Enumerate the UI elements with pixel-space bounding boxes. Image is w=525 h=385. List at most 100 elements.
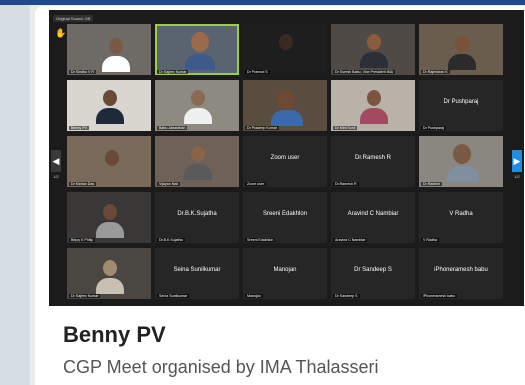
participant-tile[interactable]: Bejoy K Philip [67,192,151,243]
participant-body [96,222,124,238]
participant-tile[interactable]: Manojan Manojan [243,248,327,299]
participant-name: Seina Sunilkumar [173,267,221,273]
participant-body [448,54,476,70]
participant-tile[interactable]: Dr Mini Sunil [331,80,415,131]
participant-name: Zoom user [270,155,300,161]
participant-caption: Dr Sajeev Kumar [157,70,189,74]
participant-body [185,54,215,70]
post-card[interactable]: Original Sound: Off ✋ Dr Sindhu V R Dr S… [35,6,525,385]
participant-face [277,90,295,110]
previous-page-button[interactable]: ◀ 1/2 [51,150,61,179]
post-title: Benny PV [63,322,166,347]
participant-name: Sreeni Edakhlon [262,211,308,217]
page-indicator: 1/2 [53,174,59,179]
participant-tile[interactable]: Dr.Ramesh R Dr.Ramesh R [331,136,415,187]
participant-caption: Dr Mohan Das [69,182,97,186]
participant-body [96,108,124,124]
participant-body [447,166,479,182]
participant-tile[interactable]: Dr Pramod S [243,24,327,75]
left-background [0,5,30,385]
participant-grid: Dr Sindhu V R Dr Sajeev Kumar Dr Pramod … [67,24,503,300]
participant-tile[interactable]: iPhoneramesh babu iPhoneramesh babu [419,248,503,299]
participant-tile-active-speaker[interactable]: Dr Sajeev Kumar [155,24,239,75]
participant-name: iPhoneramesh babu [434,267,488,273]
participant-caption: Dr Rajendran K [421,70,450,74]
participant-tile[interactable]: Babu Janardhan [155,80,239,131]
participant-caption: V Radha [421,238,439,242]
participant-name: Dr Pushparaj [443,99,479,105]
participant-face [191,90,205,106]
raised-hand-icon: ✋ [55,28,67,38]
participant-name: Dr.Ramesh R [354,155,391,161]
participant-caption: Dr Pushparaj [421,126,446,130]
participant-body [184,164,212,180]
participant-name: Dr Sandeep S [354,267,392,273]
participant-caption: Seina Sunilkumar [157,294,190,298]
participant-tile[interactable]: Seina Sunilkumar Seina Sunilkumar [155,248,239,299]
participant-name: Aravind C Nambiar [347,211,399,217]
participant-caption: Dr Sajeev Kumar [69,294,101,298]
participant-tile[interactable]: Dr Rajendran K [419,24,503,75]
participant-tile[interactable]: Zoom user Zoom user [243,136,327,187]
participant-face [453,144,471,164]
participant-body [360,108,388,124]
participant-caption: Dr.B.K.Sujatha [157,238,185,242]
participant-body [360,52,388,68]
participant-caption: Dr Sandeep S [333,294,360,298]
chevron-left-icon: ◀ [52,155,60,166]
participant-body [184,108,212,124]
participant-caption: Bejoy K Philip [69,238,96,242]
participant-tile[interactable]: Dr Sajeev Kumar [67,248,151,299]
participant-tile[interactable]: Dr Pushparaj Dr Pushparaj [419,80,503,131]
participant-caption: Manojan [245,294,263,298]
participant-face [109,38,123,54]
participant-tile[interactable]: Dr Pradeep Kumar [243,80,327,131]
participant-face [367,34,381,50]
participant-body [102,56,130,72]
participant-tile[interactable]: Dr Mohan Das [67,136,151,187]
participant-face [367,90,381,106]
participant-caption: Dr Pramod S [245,70,270,74]
participant-caption: Sreeni Edakhlon [245,238,276,242]
participant-tile[interactable]: Aravind C Nambiar Aravind C Nambiar [331,192,415,243]
participant-caption: Dr Sindhu V R [69,70,96,74]
next-page-button[interactable]: ▶ 1/2 [512,150,522,179]
participant-name: Manojan [273,267,297,273]
participant-caption: Benny PV [69,126,89,130]
participant-face [191,32,209,52]
participant-caption: Dr Mini Sunil [333,126,358,130]
participant-caption: Aravind C Nambiar [333,238,368,242]
participant-tile[interactable]: Sreeni Edakhlon Sreeni Edakhlon [243,192,327,243]
chevron-right-icon: ▶ [513,155,521,166]
participant-face [279,34,293,50]
page-indicator: 1/2 [514,174,520,179]
participant-caption: iPhoneramesh babu [421,294,458,298]
participant-name: Dr.B.K.Sujatha [177,211,217,217]
participant-body [96,278,124,294]
participant-face [105,150,119,166]
original-sound-label[interactable]: Original Sound: Off [53,14,93,22]
participant-caption: Dr Suresh Babu, Vice President IMA [333,70,396,74]
participant-tile[interactable]: Vijayan Nair [155,136,239,187]
participant-tile[interactable]: V Radha V Radha [419,192,503,243]
participant-tile[interactable]: Dr Sindhu V R [67,24,151,75]
participant-caption: Vijayan Nair [157,182,181,186]
participant-caption: Zoom user [245,182,267,186]
meeting-toolbar: Original Sound: Off [53,12,93,24]
participant-face [455,36,469,52]
participant-caption: Dr Pradeep Kumar [245,126,279,130]
participant-tile[interactable]: Dr Suresh Babu, Vice President IMA [331,24,415,75]
participant-face [103,260,117,276]
participant-caption: Babu Janardhan [157,126,188,130]
top-app-bar [0,0,525,5]
participant-tile[interactable]: Dr Sandeep S Dr Sandeep S [331,248,415,299]
participant-tile[interactable]: Dr Rashmi [419,136,503,187]
participant-name: V Radha [449,211,473,217]
participant-face [103,90,117,106]
participant-face [191,146,205,162]
participant-tile[interactable]: Benny PV [67,80,151,131]
participant-tile[interactable]: Dr.B.K.Sujatha Dr.B.K.Sujatha [155,192,239,243]
post-subtitle: CGP Meet organised by IMA Thalasseri [63,357,379,377]
participant-face [103,204,117,220]
meeting-screenshot: Original Sound: Off ✋ Dr Sindhu V R Dr S… [49,10,524,306]
